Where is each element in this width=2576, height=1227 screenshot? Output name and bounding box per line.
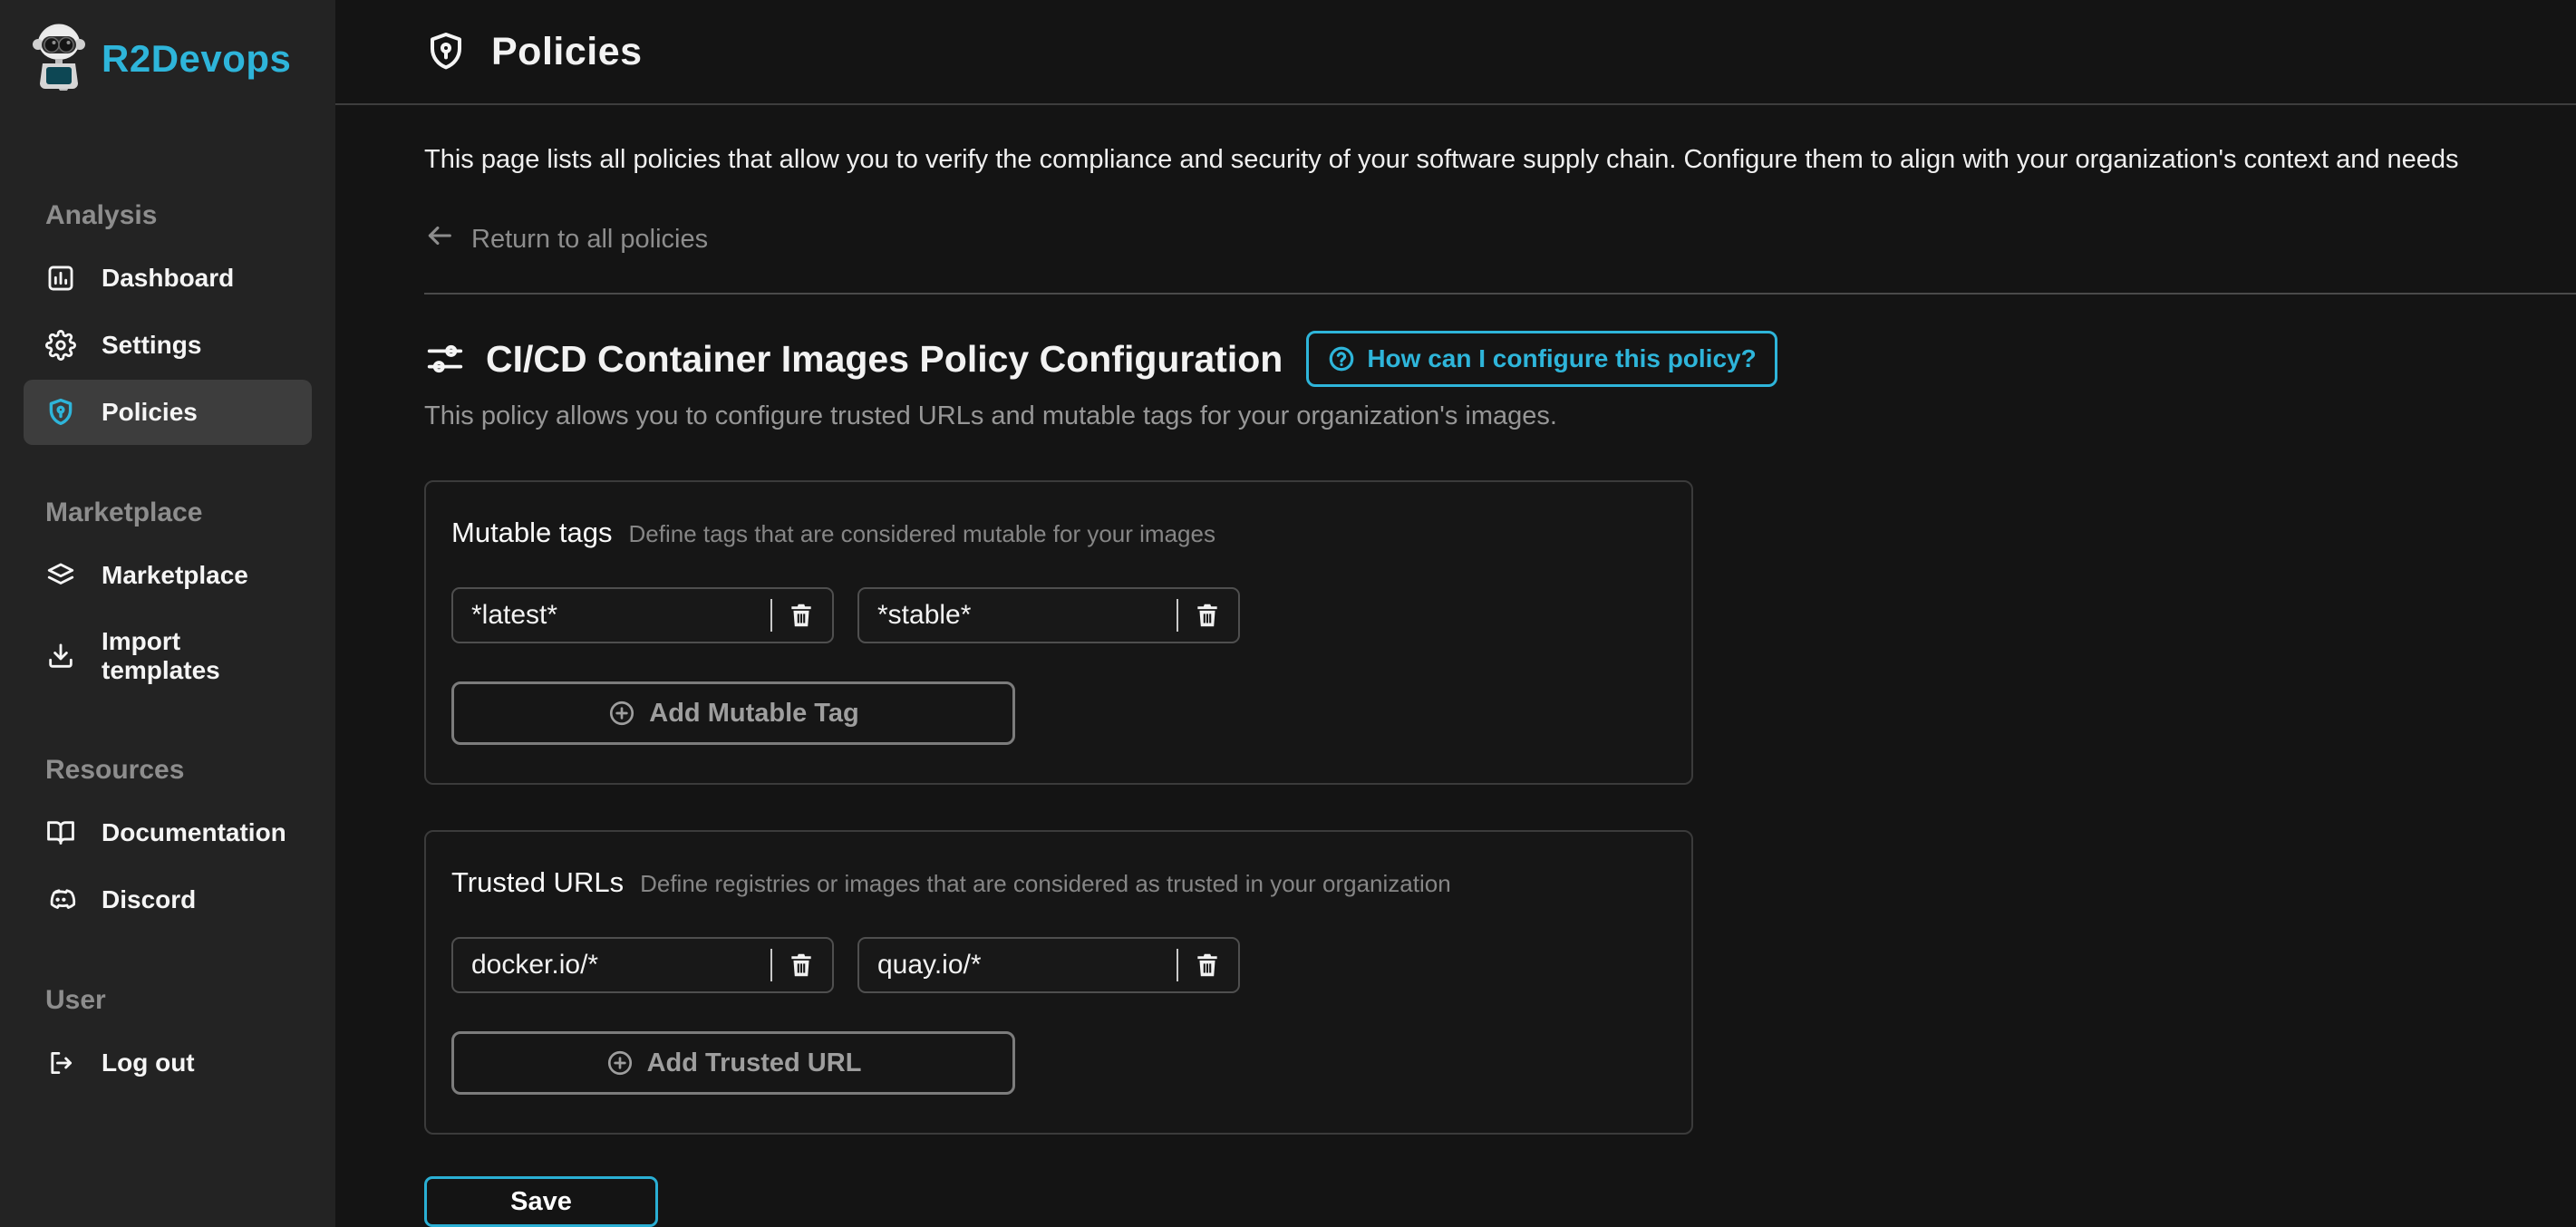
sidebar-section-marketplace: Marketplace <box>45 498 203 527</box>
mutable-tag-item <box>451 587 834 643</box>
main-area: Policies This page lists all policies th… <box>335 0 2576 1227</box>
policy-subtitle: This policy allows you to configure trus… <box>424 401 1557 430</box>
mutable-tag-input[interactable] <box>877 600 1169 631</box>
brand-name: R2Devops <box>102 36 292 80</box>
sidebar-item-label: Discord <box>102 885 197 913</box>
sidebar-item-label: Policies <box>102 398 198 426</box>
mutable-tags-card: Mutable tags Define tags that are consid… <box>424 480 1693 785</box>
mutable-tag-item <box>857 587 1240 643</box>
mutable-tag-input[interactable] <box>471 600 763 631</box>
return-link-label: Return to all policies <box>471 224 709 254</box>
sidebar-section-analysis: Analysis <box>45 200 158 230</box>
trash-icon <box>1197 953 1217 977</box>
book-icon <box>45 817 76 848</box>
input-separator <box>1177 599 1178 632</box>
logout-icon <box>45 1048 76 1078</box>
policy-heading: CI/CD Container Images Policy Configurat… <box>486 337 1283 380</box>
add-button-label: Add Mutable Tag <box>649 698 859 728</box>
delete-tag-button[interactable] <box>785 599 818 632</box>
page-title: Policies <box>491 29 643 73</box>
sidebar-item-documentation[interactable]: Documentation <box>24 800 312 865</box>
card-hint: Define registries or images that are con… <box>640 870 1451 897</box>
plus-circle-icon <box>607 1050 632 1076</box>
sliders-icon <box>427 344 463 373</box>
add-mutable-tag-button[interactable]: Add Mutable Tag <box>451 681 1015 745</box>
plus-circle-icon <box>610 700 634 726</box>
help-button[interactable]: How can I configure this policy? <box>1306 331 1777 387</box>
trash-icon <box>791 953 811 977</box>
section-divider <box>424 293 2576 295</box>
add-trusted-url-button[interactable]: Add Trusted URL <box>451 1031 1015 1095</box>
card-title: Mutable tags <box>451 517 613 548</box>
save-button[interactable]: Save <box>424 1176 658 1227</box>
sidebar-item-marketplace[interactable]: Marketplace <box>24 543 312 608</box>
add-button-label: Add Trusted URL <box>646 1048 862 1077</box>
trusted-url-item <box>857 937 1240 993</box>
mutable-tags-list <box>451 587 1666 643</box>
sidebar-item-label: Marketplace <box>102 561 248 589</box>
trusted-urls-list <box>451 937 1666 993</box>
trash-icon <box>1197 604 1217 627</box>
discord-icon <box>45 884 76 915</box>
trusted-url-input[interactable] <box>471 950 763 981</box>
card-hint: Define tags that are considered mutable … <box>628 520 1215 547</box>
help-button-label: How can I configure this policy? <box>1367 344 1757 372</box>
input-separator <box>1177 949 1178 981</box>
page-header: Policies <box>335 0 2576 105</box>
sidebar-item-import-templates[interactable]: Import templates <box>24 610 312 702</box>
download-icon <box>45 641 76 671</box>
trusted-url-input[interactable] <box>877 950 1169 981</box>
policy-heading-row: CI/CD Container Images Policy Configurat… <box>424 331 2534 387</box>
settings-icon <box>45 330 76 361</box>
sidebar-item-label: Documentation <box>102 818 286 846</box>
sidebar: R2Devops Analysis Dashboard Settings Pol… <box>0 0 335 1227</box>
sidebar-item-discord[interactable]: Discord <box>24 867 312 932</box>
sidebar-section-user: User <box>45 985 106 1015</box>
sidebar-item-label: Settings <box>102 331 202 359</box>
shield-icon <box>45 397 76 428</box>
card-title: Trusted URLs <box>451 866 625 898</box>
sidebar-item-label: Dashboard <box>102 264 235 292</box>
help-circle-icon <box>1329 346 1354 372</box>
sidebar-item-policies[interactable]: Policies <box>24 380 312 445</box>
shield-icon <box>424 30 468 73</box>
page-description: This page lists all policies that allow … <box>424 145 2459 174</box>
sidebar-section-resources: Resources <box>45 755 185 785</box>
delete-tag-button[interactable] <box>1191 599 1224 632</box>
dashboard-icon <box>45 263 76 294</box>
app-logo[interactable]: R2Devops <box>24 22 312 95</box>
input-separator <box>770 949 772 981</box>
trash-icon <box>791 604 811 627</box>
arrow-left-icon <box>424 220 455 258</box>
trusted-urls-card: Trusted URLs Define registries or images… <box>424 830 1693 1135</box>
return-to-policies-link[interactable]: Return to all policies <box>424 220 708 258</box>
input-separator <box>770 599 772 632</box>
content: This page lists all policies that allow … <box>335 105 2576 1227</box>
sidebar-item-settings[interactable]: Settings <box>24 313 312 378</box>
sidebar-item-label: Import templates <box>102 627 220 684</box>
sidebar-item-logout[interactable]: Log out <box>24 1030 312 1096</box>
robot-logo-icon <box>29 22 89 95</box>
sidebar-item-dashboard[interactable]: Dashboard <box>24 246 312 311</box>
sidebar-item-label: Log out <box>102 1048 195 1077</box>
delete-url-button[interactable] <box>1191 949 1224 981</box>
delete-url-button[interactable] <box>785 949 818 981</box>
layers-icon <box>45 560 76 591</box>
trusted-url-item <box>451 937 834 993</box>
save-button-label: Save <box>510 1186 572 1216</box>
